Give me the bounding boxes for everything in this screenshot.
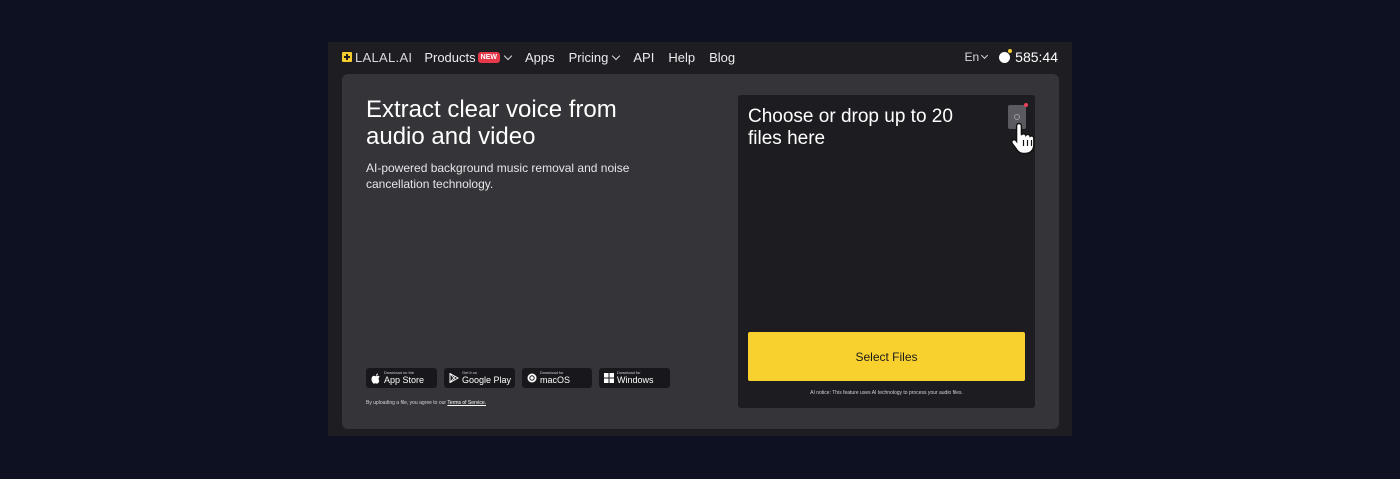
macos-button[interactable]: Download for macOS [522,368,592,388]
nav-right: En 585:44 [964,48,1058,65]
logo-text: LALAL.AI [355,49,413,65]
nav-item-pricing[interactable]: Pricing [568,49,621,65]
record-icon [1014,114,1020,120]
google-play-icon [448,373,459,384]
windows-button[interactable]: Download for Windows [599,368,670,388]
nav-item-label: API [633,49,655,65]
nav-item-label: Help [668,49,696,65]
nav-item-label: Blog [709,49,736,65]
nav-item-label: Apps [524,49,555,65]
windows-icon [603,373,614,384]
new-badge: NEW [477,51,500,63]
main-card: Extract clear voice from audio and video… [342,74,1059,429]
app-window: LALAL.AI Products NEW Apps Pricing API H… [328,42,1072,436]
top-nav: LALAL.AI Products NEW Apps Pricing API H… [328,42,1072,72]
apple-icon [370,373,381,384]
chevron-down-icon [503,51,513,60]
store-name: Windows [617,375,654,385]
nav-item-apps[interactable]: Apps [525,50,555,65]
google-play-button[interactable]: Get it on Google Play [444,368,515,388]
store-name: App Store [384,375,425,385]
nav-item-blog[interactable]: Blog [709,50,735,65]
nav-item-api[interactable]: API [633,50,654,65]
logo-icon [342,52,352,62]
ai-notice: AI notice: This feature uses AI technolo… [810,390,963,396]
app-store-button[interactable]: Download on the App Store [366,368,437,388]
nav-item-label: Products [424,49,476,65]
select-files-button[interactable]: Select Files [748,332,1025,381]
file-dropzone[interactable]: Choose or drop up to 20 files here Selec… [738,95,1035,408]
nav-item-help[interactable]: Help [668,50,695,65]
store-name: macOS [540,375,571,385]
terms-notice: By uploading a file, you agree to our Te… [366,400,486,406]
nav-item-label: Pricing [568,49,609,65]
timer-icon [999,48,1013,63]
hand-cursor-icon [1011,122,1035,155]
dropzone-title: Choose or drop up to 20 files here [748,106,953,149]
terms-link[interactable]: Terms of Service. [447,400,486,406]
store-badges: Download on the App Store Get it on Goog… [366,368,670,388]
language-label: En [964,50,980,64]
chevron-down-icon [612,51,621,60]
chevron-down-icon [981,51,989,60]
store-name: Google Play [462,375,512,385]
notification-dot [1024,103,1028,107]
macos-icon [526,373,537,384]
timer-value: 585:44 [1015,49,1058,65]
logo[interactable]: LALAL.AI [342,50,412,65]
page-title: Extract clear voice from audio and video [366,96,617,150]
page-subtitle: AI-powered background music removal and … [366,161,630,191]
nav-item-products[interactable]: Products NEW [424,49,513,65]
language-selector[interactable]: En [964,50,989,64]
terms-text: By uploading a file, you agree to our [366,400,447,406]
minutes-balance[interactable]: 585:44 [999,48,1058,65]
